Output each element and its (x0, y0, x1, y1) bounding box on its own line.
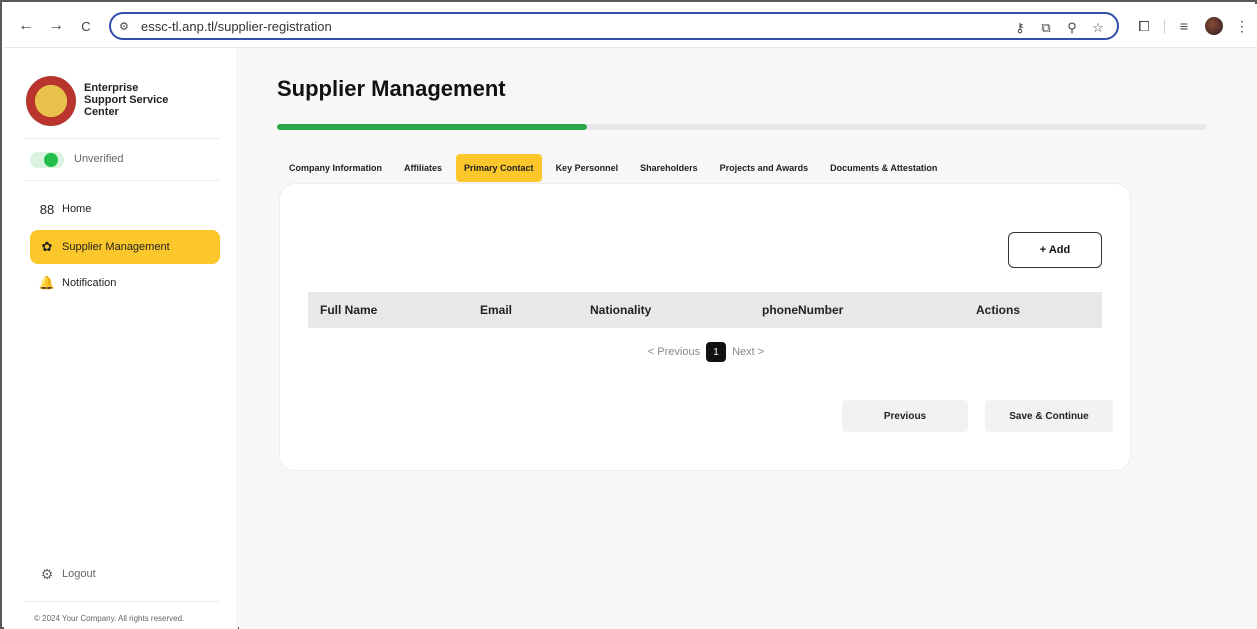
column-header-email: Email (480, 303, 513, 317)
main-content: Supplier Management Company Information … (239, 48, 1257, 629)
bookmark-star-icon[interactable]: ☆ (1089, 19, 1107, 37)
address-bar[interactable]: ⚙ essc-tl.anp.tl/supplier-registration ⚷… (109, 12, 1119, 40)
registration-progress-bar (277, 124, 1207, 130)
screenshot-frame: ← → C ⚙ essc-tl.anp.tl/supplier-registra… (0, 0, 1257, 629)
url-text[interactable]: essc-tl.anp.tl/supplier-registration (141, 19, 332, 34)
site-settings-icon[interactable]: ⚙ (119, 20, 133, 34)
pagination: < Previous 1 Next > (280, 342, 1132, 362)
brand-line: Center (84, 106, 119, 118)
tab-projects-and-awards[interactable]: Projects and Awards (712, 154, 817, 182)
logout-button[interactable]: ⚙ Logout (38, 565, 96, 583)
column-header-actions: Actions (976, 303, 1021, 317)
toggle-knob (44, 153, 58, 167)
contacts-table-header: Full Name Email Nationality phoneNumber … (308, 292, 1102, 328)
sidebar-item-label: Notification (62, 277, 117, 289)
sidebar-divider (24, 180, 220, 181)
reading-list-icon[interactable]: ≡ (1174, 16, 1194, 36)
sidebar-item-supplier-management[interactable]: ✿ Supplier Management (30, 230, 220, 264)
column-header-phone-number: phoneNumber (762, 303, 844, 317)
sidebar: Enterprise Support Service Center Unveri… (4, 48, 238, 629)
pagination-page-current[interactable]: 1 (706, 342, 727, 362)
column-header-full-name: Full Name (320, 303, 378, 317)
logout-label: Logout (62, 568, 96, 580)
more-menu-icon[interactable]: ⋮ (1232, 16, 1252, 36)
brand-name: Enterprise Support Service Center (84, 82, 194, 118)
install-app-icon[interactable]: ⧉ (1037, 19, 1055, 37)
brand-line: Support Service (84, 94, 169, 106)
previous-step-button[interactable]: Previous (842, 400, 968, 432)
pagination-previous[interactable]: < Previous (648, 346, 700, 358)
brand-line: Enterprise (84, 82, 139, 94)
bell-icon: 🔔 (38, 275, 56, 290)
add-contact-button[interactable]: + Add (1008, 232, 1102, 268)
sidebar-item-notification[interactable]: 🔔 Notification (30, 266, 220, 300)
sidebar-item-label: Home (62, 203, 92, 215)
extensions-icon[interactable]: ⧠ (1134, 16, 1154, 36)
copyright-text: © 2024 Your Company. All rights reserved… (34, 614, 185, 623)
sidebar-item-label: Supplier Management (62, 241, 170, 253)
tab-affiliates[interactable]: Affiliates (396, 154, 450, 182)
tab-shareholders[interactable]: Shareholders (632, 154, 706, 182)
column-header-nationality: Nationality (590, 303, 652, 317)
tab-primary-contact[interactable]: Primary Contact (456, 154, 542, 182)
tab-key-personnel[interactable]: Key Personnel (548, 154, 627, 182)
save-continue-button[interactable]: Save & Continue (985, 400, 1113, 432)
page-title: Supplier Management (277, 76, 506, 101)
zoom-icon[interactable]: ⚲ (1063, 19, 1081, 37)
progress-fill (277, 124, 587, 130)
sidebar-item-home[interactable]: 88 Home (30, 192, 220, 226)
password-key-icon[interactable]: ⚷ (1011, 19, 1029, 37)
reload-icon[interactable]: C (76, 16, 96, 36)
toolbar-divider (1164, 20, 1165, 34)
pagination-next[interactable]: Next > (732, 346, 764, 358)
primary-contact-card: + Add Full Name Email Nationality phoneN… (279, 183, 1131, 471)
organization-logo (26, 76, 76, 126)
verification-status: Unverified (74, 153, 124, 165)
browser-toolbar: ← → C ⚙ essc-tl.anp.tl/supplier-registra… (4, 4, 1257, 48)
profile-avatar[interactable] (1205, 17, 1223, 35)
verification-toggle[interactable] (30, 152, 64, 168)
arrow-right-icon[interactable]: → (46, 16, 66, 36)
sidebar-divider (24, 601, 220, 602)
tab-documents-attestation[interactable]: Documents & Attestation (822, 154, 945, 182)
logout-gear-icon: ⚙ (40, 565, 54, 582)
sidebar-divider (24, 138, 220, 139)
tab-company-information[interactable]: Company Information (281, 154, 390, 182)
arrow-left-icon[interactable]: ← (16, 16, 36, 36)
grid-icon: 88 (39, 201, 55, 217)
registration-tabs: Company Information Affiliates Primary C… (281, 154, 951, 182)
network-icon: ✿ (41, 239, 53, 254)
